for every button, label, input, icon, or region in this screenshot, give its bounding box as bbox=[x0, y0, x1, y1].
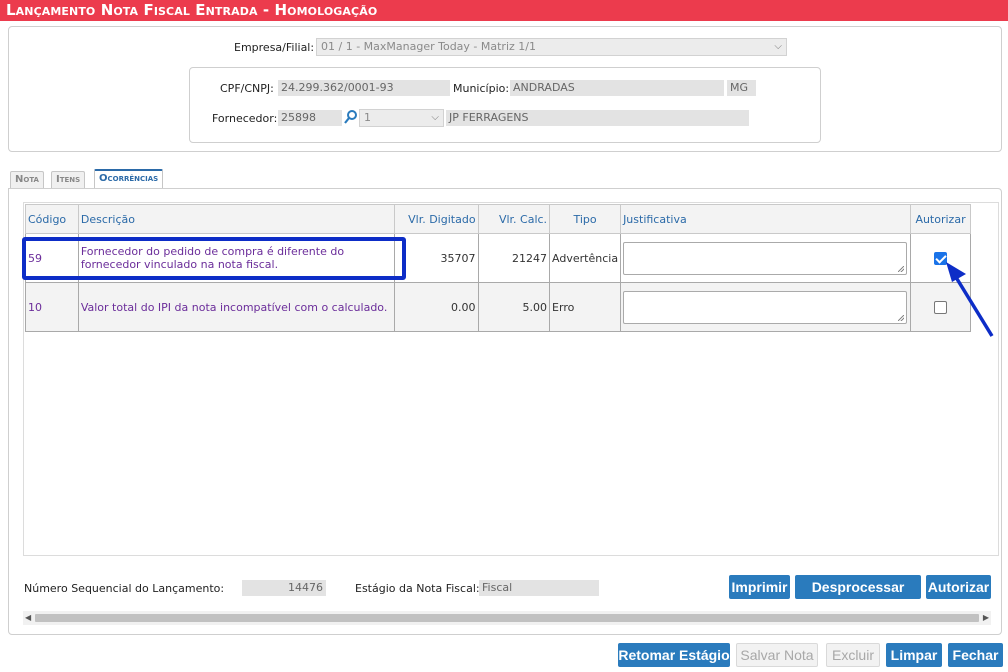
col-autorizar[interactable]: Autorizar bbox=[910, 204, 971, 234]
cell-tipo: Advertência bbox=[549, 233, 622, 283]
fornecedor-code-field[interactable]: 25898 bbox=[278, 110, 342, 126]
horizontal-scrollbar[interactable]: ◀ ▶ bbox=[23, 611, 991, 625]
cpf-label: CPF/CNPJ: bbox=[220, 82, 274, 95]
window-title: Lançamento Nota Fiscal Entrada - Homolog… bbox=[0, 0, 1008, 21]
excluir-button[interactable]: Excluir bbox=[826, 643, 880, 667]
salvar-nota-button[interactable]: Salvar Nota bbox=[736, 643, 818, 667]
fornecedor-seq-value: 1 bbox=[364, 111, 371, 124]
justificativa-textarea[interactable] bbox=[623, 241, 908, 275]
table-row[interactable]: 10 Valor total do IPI da nota incompatív… bbox=[25, 282, 971, 332]
empresa-select[interactable]: 01 / 1 - MaxManager Today - Matriz 1/1 ⌵ bbox=[316, 38, 787, 56]
cell-vlr-calc: 5.00 bbox=[477, 282, 551, 332]
estagio-label: Estágio da Nota Fiscal: bbox=[355, 582, 480, 595]
col-descricao[interactable]: Descrição bbox=[77, 204, 396, 234]
scroll-left-icon[interactable]: ◀ bbox=[25, 611, 31, 625]
chevron-down-icon: ⌵ bbox=[431, 112, 439, 123]
fornecedor-name-field: JP FERRAGENS bbox=[446, 110, 749, 126]
cell-vlr-calc: 21247 bbox=[477, 233, 551, 283]
empresa-label: Empresa/Filial: bbox=[234, 41, 315, 54]
arrow-annotation-icon bbox=[946, 262, 994, 337]
fechar-button[interactable]: Fechar bbox=[948, 643, 1003, 667]
empresa-select-value: 01 / 1 - MaxManager Today - Matriz 1/1 bbox=[321, 40, 536, 53]
uf-field: MG bbox=[727, 80, 756, 96]
cell-justificativa bbox=[620, 282, 912, 332]
limpar-button[interactable]: Limpar bbox=[886, 643, 942, 667]
imprimir-button[interactable]: Imprimir bbox=[729, 575, 790, 599]
table-header-row: Código Descrição Vlr. Digitado Vlr. Calc… bbox=[25, 204, 971, 234]
tab-nota[interactable]: Nota bbox=[10, 171, 44, 189]
fornecedor-label: Fornecedor: bbox=[212, 112, 278, 125]
tab-ocorrencias[interactable]: Ocorrências bbox=[94, 169, 164, 188]
search-icon[interactable] bbox=[344, 109, 358, 125]
municipio-field: ANDRADAS bbox=[510, 80, 724, 96]
seq-label: Número Sequencial do Lançamento: bbox=[24, 582, 225, 595]
cell-justificativa bbox=[620, 233, 912, 283]
justificativa-textarea[interactable] bbox=[623, 290, 908, 324]
cpf-field: 24.299.362/0001-93 bbox=[278, 80, 450, 96]
tab-itens[interactable]: Itens bbox=[51, 171, 86, 189]
chevron-down-icon: ⌵ bbox=[774, 41, 782, 52]
supplier-box bbox=[189, 67, 821, 143]
col-tipo[interactable]: Tipo bbox=[549, 204, 622, 234]
col-vlr-digitado[interactable]: Vlr. Digitado bbox=[394, 204, 479, 234]
scroll-right-icon[interactable]: ▶ bbox=[983, 611, 989, 625]
cell-tipo: Erro bbox=[549, 282, 622, 332]
fornecedor-seq-select[interactable]: 1 ⌵ bbox=[359, 109, 444, 127]
cell-vlr-digitado: 0.00 bbox=[394, 282, 479, 332]
scrollbar-thumb[interactable] bbox=[35, 614, 979, 622]
cell-descricao: Valor total do IPI da nota incompatível … bbox=[77, 282, 396, 332]
seq-field: 14476 bbox=[242, 580, 326, 596]
col-vlr-calc[interactable]: Vlr. Calc. bbox=[477, 204, 551, 234]
municipio-label: Município: bbox=[453, 82, 510, 95]
cell-vlr-digitado: 35707 bbox=[394, 233, 479, 283]
cell-codigo: 10 bbox=[25, 282, 79, 332]
estagio-field: Fiscal bbox=[479, 580, 599, 596]
autorizar-button[interactable]: Autorizar bbox=[926, 575, 991, 599]
desprocessar-nota-button[interactable]: Desprocessar Nota bbox=[795, 575, 921, 619]
highlight-box bbox=[22, 237, 406, 280]
retomar-estagio-button[interactable]: Retomar Estágio bbox=[618, 643, 730, 667]
col-justificativa[interactable]: Justificativa bbox=[620, 204, 912, 234]
col-codigo[interactable]: Código bbox=[25, 204, 79, 234]
